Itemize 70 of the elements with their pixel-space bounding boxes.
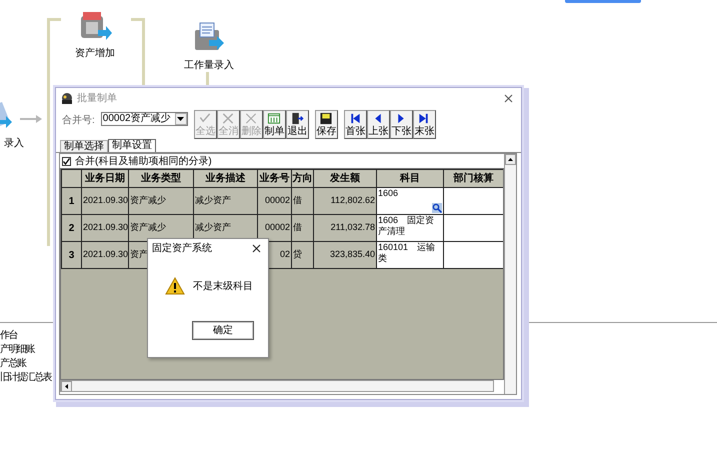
- table-cell: 资产减少: [130, 195, 166, 206]
- dropdown-arrow-icon: [177, 117, 184, 121]
- column-header: 业务日期: [82, 170, 128, 188]
- computer-icon[interactable]: [78, 10, 112, 42]
- left-arrow-icon: [65, 384, 68, 389]
- horizontal-scrollbar[interactable]: [60, 380, 494, 392]
- grid-icon: [267, 112, 282, 125]
- cross-icon: [221, 112, 236, 125]
- table-cell: 02: [280, 249, 290, 260]
- check-icon: [198, 112, 212, 125]
- node-label: 录入: [4, 136, 24, 151]
- close-icon[interactable]: [252, 244, 261, 253]
- toolbar-button[interactable]: 下张: [390, 110, 413, 139]
- row-number: 1: [68, 196, 74, 206]
- merge-select[interactable]: 00002资产减少: [100, 112, 188, 126]
- tab[interactable]: 制单选择: [60, 140, 108, 152]
- table-cell: 2021.09.30: [83, 222, 128, 232]
- table-cell: 借: [293, 195, 302, 206]
- node-label: 工作量录入: [184, 58, 234, 73]
- table-cell: 00002: [264, 222, 290, 232]
- table-cell: 减少资产: [195, 222, 231, 232]
- node-label: 资产增加: [75, 46, 115, 61]
- menu-item[interactable]: 产明细账: [0, 343, 34, 357]
- cross-icon: [244, 112, 258, 125]
- toolbar-button[interactable]: 退出: [286, 110, 309, 139]
- toolbar-button[interactable]: 保存: [314, 110, 338, 139]
- vertical-scrollbar[interactable]: [504, 154, 516, 394]
- tab[interactable]: 制单设置: [108, 139, 156, 152]
- toolbar-button[interactable]: 上张: [366, 110, 390, 139]
- column-header: 业务类型: [128, 170, 194, 188]
- column-header: 部门核算: [444, 170, 503, 188]
- up-arrow-icon: [508, 158, 513, 161]
- row-number: 2: [68, 222, 74, 234]
- dialog-message: 不是末级科目: [193, 280, 253, 294]
- row-number: 3: [68, 250, 74, 260]
- table-cell: 323,835.40: [330, 249, 375, 260]
- column-header: 发生额: [314, 170, 376, 188]
- toolbar-button[interactable]: 末张: [412, 110, 436, 139]
- toolbar-button[interactable]: 首张: [344, 110, 367, 139]
- flow-arrow: [20, 115, 44, 123]
- column-header: 方向: [292, 170, 314, 188]
- column-header: 业务描述: [194, 170, 258, 188]
- table-cell: 贷: [293, 249, 302, 260]
- dialog-title: 固定资产系统: [152, 242, 212, 256]
- search-icon[interactable]: [432, 203, 442, 213]
- table-cell: 2021.09.30: [83, 195, 128, 206]
- window-title: 批量制单: [77, 92, 117, 106]
- menu-item[interactable]: 旧计提汇总表: [0, 371, 51, 385]
- check-icon: [63, 158, 70, 164]
- checkbox[interactable]: [62, 156, 71, 166]
- door-icon: [290, 112, 304, 125]
- toolbar-button[interactable]: 制单: [262, 110, 286, 139]
- table-cell: 112,802.62: [330, 195, 375, 206]
- table-cell: 借: [293, 222, 302, 232]
- table-cell: 减少资产: [195, 195, 231, 206]
- close-icon[interactable]: [504, 94, 513, 102]
- warning-icon: [165, 277, 185, 295]
- merge-label: 合并号:: [62, 114, 95, 128]
- table-cell: 资产减少: [130, 222, 166, 232]
- table-cell: 2021.09.30: [83, 249, 128, 260]
- ok-button[interactable]: 确定: [192, 321, 254, 340]
- column-header: 科目: [376, 170, 444, 188]
- column-header: 业务号: [258, 170, 292, 188]
- checkbox-label: 合并(科目及辅助项相同的分录): [75, 154, 212, 168]
- table-cell: 资产: [130, 249, 148, 260]
- table-cell: 211,032.78: [330, 222, 375, 232]
- menu-item[interactable]: 产总账: [0, 357, 26, 371]
- app-icon: [60, 92, 73, 104]
- menu-item[interactable]: 作台: [0, 329, 17, 343]
- table-cell: 00002: [264, 195, 290, 206]
